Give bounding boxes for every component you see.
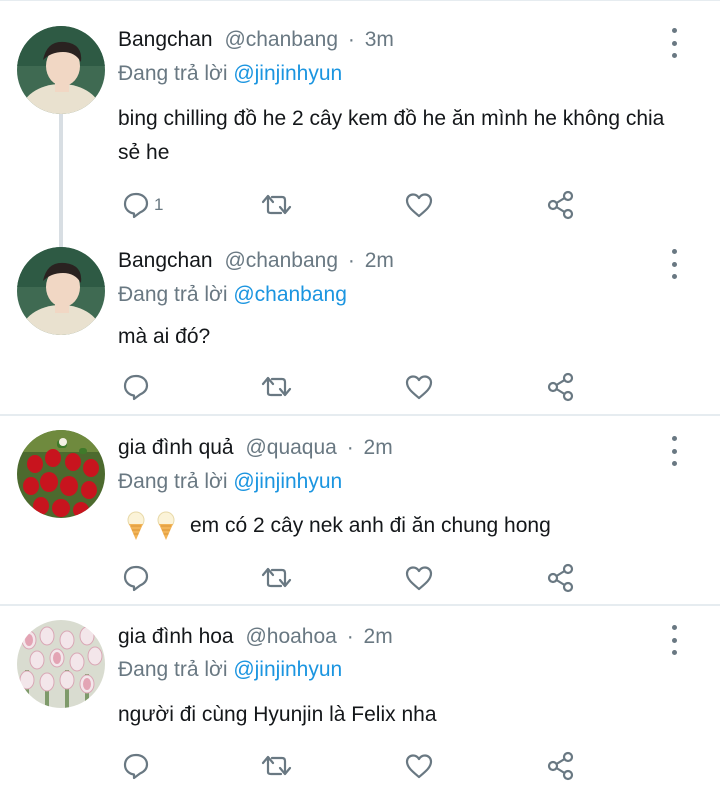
replying-to: Đang trả lời @jinjinhyun	[118, 658, 342, 682]
more-options-icon[interactable]	[666, 625, 682, 655]
like-button[interactable]	[404, 749, 434, 783]
tweet-header: gia đình hoa @hoahoa · 2m	[118, 625, 393, 649]
reply-button[interactable]	[122, 749, 150, 783]
display-name[interactable]: gia đình hoa	[118, 625, 234, 648]
replying-to-label: Đang trả lời	[118, 658, 228, 681]
tweet[interactable]: gia đình hoa @hoahoa · 2m Đang trả lời @…	[0, 0, 720, 788]
tweet-actions	[118, 749, 598, 783]
tweet-text: người đi cùng Hyunjin là Felix nha	[118, 703, 437, 726]
separator-dot: ·	[346, 625, 354, 648]
share-button[interactable]	[546, 749, 576, 783]
retweet-button[interactable]	[260, 749, 294, 783]
reply-icon	[123, 753, 149, 780]
avatar[interactable]	[17, 620, 105, 708]
share-icon	[547, 751, 574, 781]
mention-link[interactable]: @jinjinhyun	[233, 658, 342, 681]
heart-icon	[405, 754, 433, 779]
retweet-icon	[261, 755, 292, 776]
user-handle[interactable]: @hoahoa	[245, 625, 336, 648]
timestamp[interactable]: 2m	[364, 625, 393, 648]
